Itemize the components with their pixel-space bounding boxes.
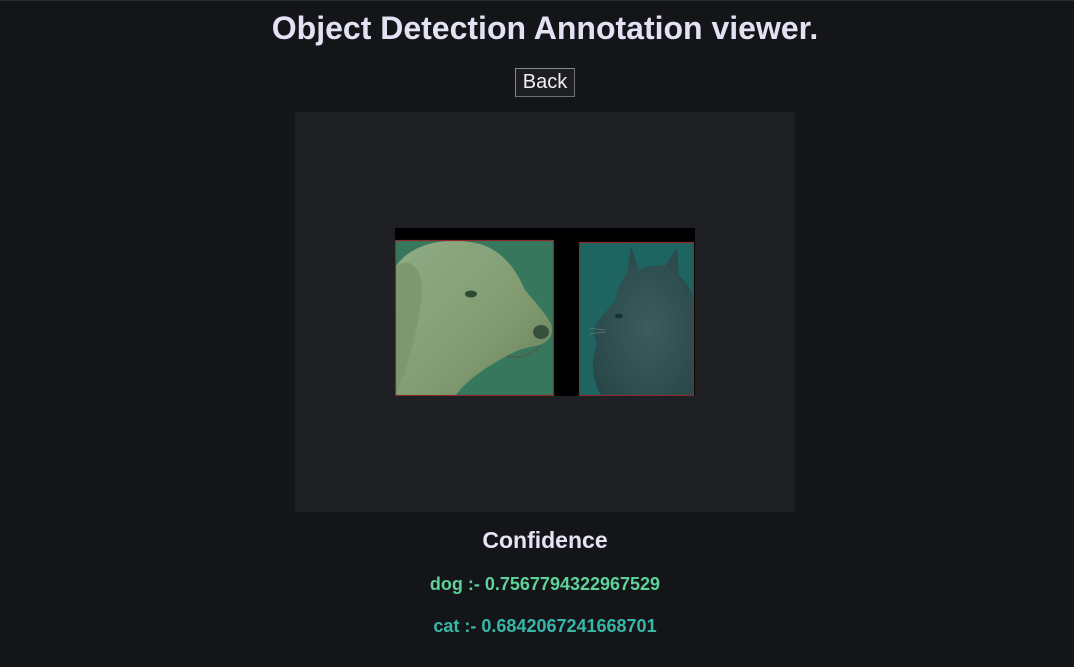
page-title: Object Detection Annotation viewer.: [271, 10, 819, 46]
annotation-canvas: [295, 112, 795, 512]
dog-and-cat-photo-icon: [395, 228, 695, 396]
cat-confidence: cat :- 0.6842067241668701: [433, 616, 657, 636]
back-button[interactable]: Back: [515, 68, 575, 97]
dog-confidence: dog :- 0.7567794322967529: [429, 574, 661, 594]
annotated-image: [395, 228, 695, 396]
top-divider: [0, 0, 1074, 1]
confidence-heading: Confidence: [482, 527, 608, 553]
page: Object Detection Annotation viewer. Back: [0, 0, 1074, 667]
